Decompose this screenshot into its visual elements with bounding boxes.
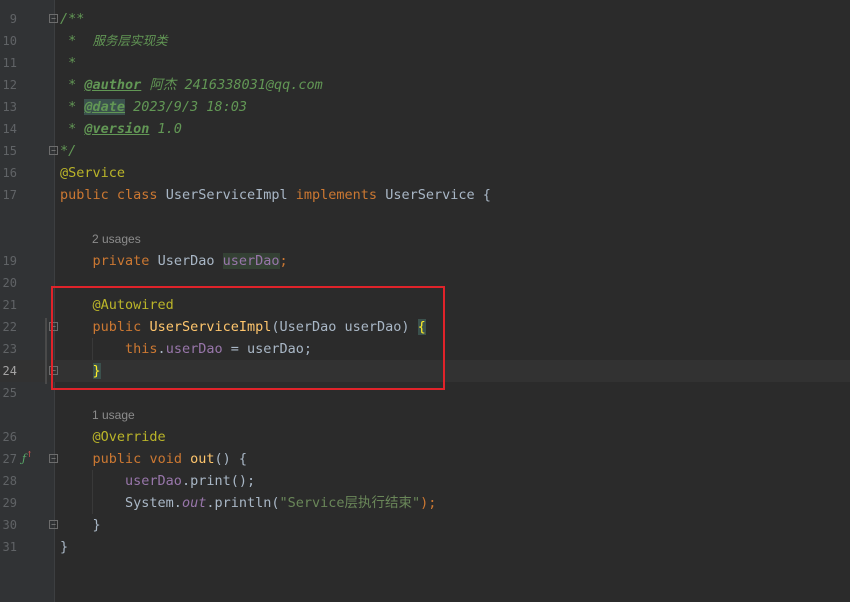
line-number: 31 xyxy=(2,540,17,554)
keyword-public: public xyxy=(60,187,109,203)
line-number: 21 xyxy=(2,298,17,312)
line-number: 12 xyxy=(2,78,17,92)
fold-marker-icon[interactable] xyxy=(49,146,58,155)
field-name: userDao xyxy=(222,253,280,269)
system-class: System. xyxy=(125,495,182,511)
keyword-implements: implements xyxy=(295,187,378,203)
code-line-15[interactable]: */ xyxy=(60,140,76,162)
class-name: UserServiceImpl xyxy=(165,187,288,203)
line-number: 28 xyxy=(2,474,17,488)
line-number: 9 xyxy=(9,12,17,26)
code-line-14[interactable]: * @version 1.0 xyxy=(60,118,182,140)
line-number: 22 xyxy=(2,320,17,334)
line-number: 11 xyxy=(2,56,17,70)
code-line-29[interactable]: System.out.println("Service层执行结束"); xyxy=(60,492,436,514)
line-number: 25 xyxy=(2,386,17,400)
doc-version-tag: @version xyxy=(84,121,150,137)
line-number: 10 xyxy=(2,34,17,48)
line-number: 20 xyxy=(2,276,17,290)
doc-author-tag: @author xyxy=(84,77,142,93)
doc-author-value: 阿杰 2416338031@qq.com xyxy=(141,77,323,93)
usages-hint[interactable]: 2 usages xyxy=(92,228,141,250)
fold-marker-icon[interactable] xyxy=(49,14,58,23)
line-number: 15 xyxy=(2,144,17,158)
line-number: 30 xyxy=(2,518,17,532)
service-annotation: @Service xyxy=(60,165,126,181)
code-line-13[interactable]: * @date 2023/9/3 18:03 xyxy=(60,96,247,118)
doc-open: /** xyxy=(60,11,85,27)
field-reference: userDao xyxy=(125,473,182,489)
code-editor[interactable]: 9 10 11 12 13 14 15 16 17 19 20 21 22 23… xyxy=(0,0,850,602)
code-line-12[interactable]: * @author 阿杰 2416338031@qq.com xyxy=(60,74,323,96)
class-open-brace: { xyxy=(482,187,491,203)
keyword-private: private xyxy=(92,253,150,269)
line-number: 17 xyxy=(2,188,17,202)
code-line-16[interactable]: @Service xyxy=(60,162,125,184)
call-end: ); xyxy=(420,495,437,511)
line-number: 14 xyxy=(2,122,17,136)
println-call: .println( xyxy=(206,495,280,511)
line-number: 13 xyxy=(2,100,17,114)
code-line-19[interactable]: private UserDao userDao; xyxy=(60,250,288,272)
line-number: 16 xyxy=(2,166,17,180)
code-line-27[interactable]: public void out() { xyxy=(60,448,247,470)
doc-star: * xyxy=(60,77,85,93)
code-line-17[interactable]: public class UserServiceImpl implements … xyxy=(60,184,491,206)
code-line-30[interactable]: } xyxy=(60,514,101,536)
string-literal: "Service层执行结束" xyxy=(279,495,421,511)
doc-date-tag: @date xyxy=(84,99,126,115)
override-annotation: @Override xyxy=(92,429,166,445)
usages-hint[interactable]: 1 usage xyxy=(92,404,135,426)
keyword-void: void xyxy=(149,451,182,467)
method-close-brace: } xyxy=(92,517,101,533)
fold-marker-icon[interactable] xyxy=(49,520,58,529)
print-call-rest: .print(); xyxy=(181,473,256,489)
method-name: out xyxy=(190,451,215,467)
keyword-class: class xyxy=(116,187,158,203)
doc-description: 服务层实现类 xyxy=(92,33,168,48)
doc-star: * xyxy=(60,121,85,137)
code-line-9[interactable]: /** xyxy=(60,8,84,30)
doc-version-value: 1.0 xyxy=(149,121,182,137)
class-close-brace: } xyxy=(60,539,69,555)
interface-name: UserService xyxy=(385,187,475,203)
line-number: 19 xyxy=(2,254,17,268)
semicolon: ; xyxy=(279,253,288,269)
doc-star: * xyxy=(60,55,77,71)
code-line-26[interactable]: @Override xyxy=(60,426,166,448)
highlight-annotation-box xyxy=(51,286,445,390)
line-number: 29 xyxy=(2,496,17,510)
method-signature-rest: () { xyxy=(214,451,247,467)
code-line-31[interactable]: } xyxy=(60,536,68,558)
line-number-current: 24 xyxy=(2,364,17,378)
change-marker xyxy=(45,318,47,384)
keyword-public: public xyxy=(92,451,142,467)
doc-date-value: 2023/9/3 18:03 xyxy=(125,99,247,115)
fx-override-icon[interactable]: ƒ↑ xyxy=(22,450,33,465)
doc-star: * xyxy=(60,33,93,49)
doc-star: * xyxy=(60,99,85,115)
code-line-28[interactable]: userDao.print(); xyxy=(60,470,255,492)
field-type: UserDao xyxy=(157,253,215,269)
line-number: 23 xyxy=(2,342,17,356)
line-number: 27 xyxy=(2,452,17,466)
line-number: 26 xyxy=(2,430,17,444)
static-field-out: out xyxy=(181,495,207,511)
doc-close: */ xyxy=(60,143,77,159)
fold-marker-icon[interactable] xyxy=(49,454,58,463)
code-line-10[interactable]: * 服务层实现类 xyxy=(60,30,168,52)
code-line-11[interactable]: * xyxy=(60,52,76,74)
